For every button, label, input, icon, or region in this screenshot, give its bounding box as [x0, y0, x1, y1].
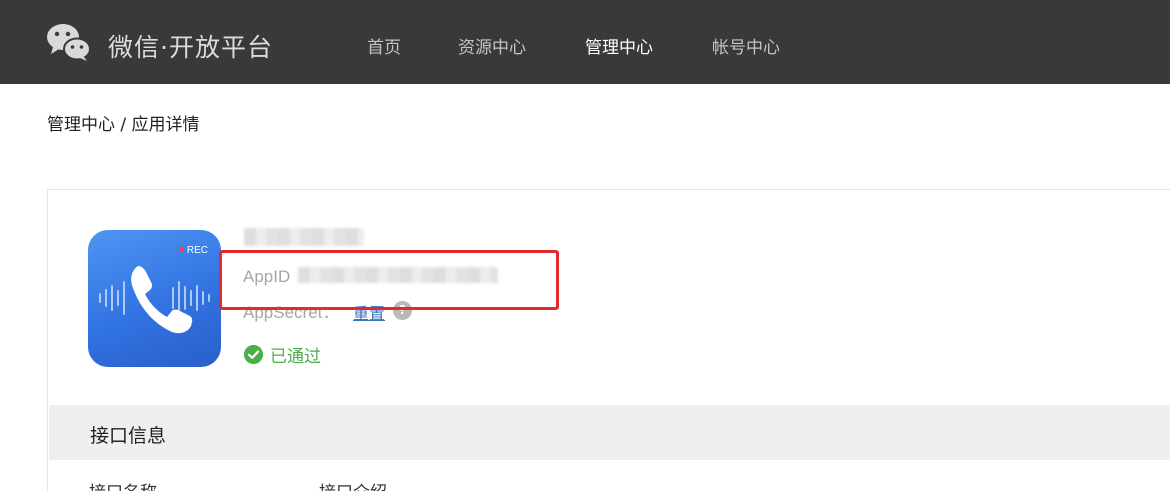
nav-resource-center[interactable]: 资源中心 — [458, 33, 526, 58]
nav-home[interactable]: 首页 — [367, 33, 401, 58]
top-nav-bar: 微信·开放平台 首页 资源中心 管理中心 帐号中心 — [0, 0, 1170, 84]
interface-info-header: 接口信息 — [49, 405, 1170, 460]
phone-waveform-icon — [99, 266, 210, 334]
breadcrumb: 管理中心 / 应用详情 — [47, 110, 200, 135]
brand-title[interactable]: 微信·开放平台 — [108, 28, 273, 64]
column-header-name: 接口名称 — [89, 478, 157, 491]
app-name-redacted — [244, 228, 364, 246]
breadcrumb-separator: / — [115, 115, 132, 135]
nav-account-center[interactable]: 帐号中心 — [712, 33, 780, 58]
status-approved-text: 已通过 — [270, 347, 321, 367]
column-header-description: 接口介绍 — [319, 478, 387, 491]
app-detail-panel: REC AppID AppSecret： 重置 ? 已通过 接口信息 — [47, 189, 1170, 491]
section-title: 接口信息 — [90, 425, 167, 447]
highlight-annotation-box — [219, 250, 559, 310]
breadcrumb-parent[interactable]: 管理中心 — [47, 115, 115, 135]
check-circle-icon — [244, 345, 263, 364]
wechat-logo-icon[interactable] — [46, 22, 92, 62]
breadcrumb-current: 应用详情 — [131, 115, 200, 135]
nav-management-center[interactable]: 管理中心 — [585, 33, 653, 58]
app-icon: REC — [88, 230, 221, 367]
